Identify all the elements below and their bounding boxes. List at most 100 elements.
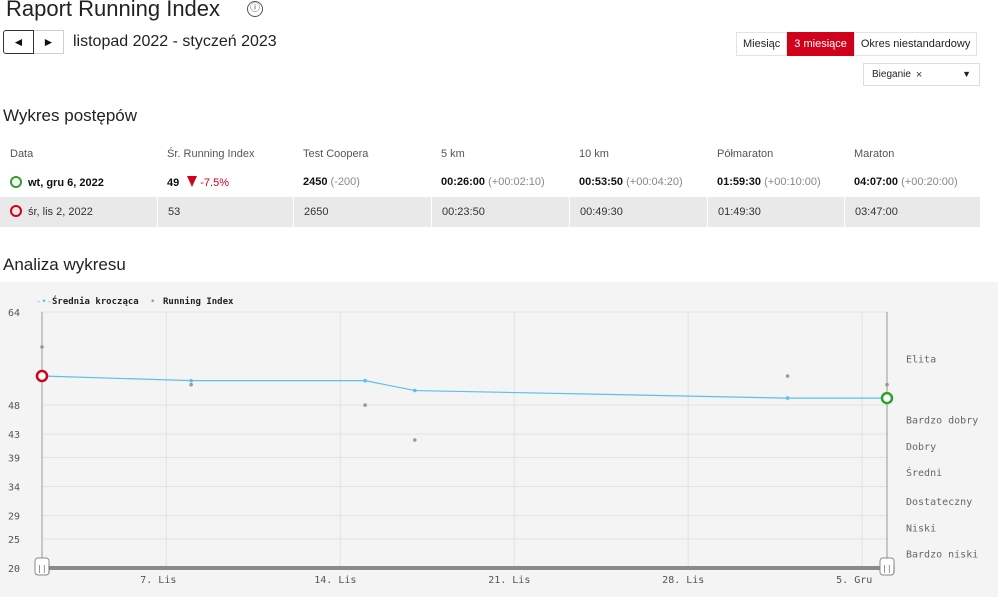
running-index-point — [885, 382, 889, 387]
x-tick-label: 5. Gru — [836, 575, 872, 586]
progress-table: Data Śr. Running Index Test Coopera 5 km… — [0, 140, 980, 227]
remove-chip-icon[interactable]: × — [916, 69, 922, 81]
moving-average-point — [412, 388, 417, 393]
page-title: Raport Running Index — [6, 0, 221, 21]
marathon-cell: 03:47:00 — [844, 197, 980, 227]
legend-running-index-marker: • — [150, 297, 155, 307]
running-index-chart: 7. Lis 14. Lis 21. Lis 28. Lis 5. Gru 20 25 29 3… — [0, 282, 998, 597]
next-period-button[interactable]: ► — [34, 30, 64, 54]
legend-moving-average-label: Średnia krocząca — [52, 295, 139, 307]
running-index-point — [412, 438, 417, 442]
down-triangle-icon — [187, 175, 198, 187]
sport-chip: Bieganie — [872, 69, 911, 80]
progress-section-title: Wykres postępów — [3, 106, 138, 125]
end-marker — [880, 391, 894, 405]
analysis-section-title: Analiza wykresu — [3, 255, 126, 274]
date-cell: śr, lis 2, 2022 — [0, 197, 157, 227]
level-label: Niski — [906, 523, 936, 534]
y-tick-label: 64 — [8, 308, 20, 319]
5km-delta: (+00:02:10) — [488, 176, 545, 188]
cooper-value: 2450 — [303, 176, 328, 188]
10km-value: 00:53:50 — [579, 176, 624, 188]
column-header: Maraton — [854, 147, 895, 160]
running-index-point — [363, 403, 367, 407]
5km-value: 00:26:00 — [441, 176, 486, 188]
x-tick-label: 14. Lis — [314, 575, 356, 586]
x-tick-label: 7. Lis — [140, 575, 176, 586]
half-marathon-value: 01:59:30 — [717, 176, 762, 188]
half-marathon-cell: 01:49:30 — [707, 197, 844, 227]
handle-grip-icon: ||| — [37, 564, 51, 573]
legend-moving-average-marker: -•- — [36, 297, 52, 307]
y-tick-label: 43 — [8, 430, 20, 441]
level-label: Elita — [906, 355, 936, 366]
half-marathon-cell: 01:59:30 (+00:10:00) — [707, 176, 844, 188]
tab-month[interactable]: Miesiąc — [736, 32, 788, 56]
10km-cell: 00:49:30 — [569, 197, 707, 227]
y-tick-label: 48 — [8, 401, 20, 412]
marathon-cell: 04:07:00 (+00:20:00) — [844, 176, 980, 188]
y-tick-label: 29 — [8, 512, 20, 523]
running-index-point — [785, 374, 790, 378]
dropdown-caret-icon[interactable]: ▼ — [962, 69, 971, 79]
ri-cell: 49 -7.5% — [157, 175, 293, 189]
y-tick-label: 34 — [8, 483, 20, 494]
running-index-point — [40, 345, 44, 349]
cooper-cell: 2450 (-200) — [293, 176, 431, 188]
previous-period-button[interactable]: ◄ — [3, 30, 34, 54]
column-header: 5 km — [441, 147, 465, 160]
half-marathon-delta: (+00:10:00) — [764, 176, 821, 188]
level-label: Dobry — [906, 442, 936, 453]
ri-cell: 53 — [157, 197, 293, 227]
level-label: Bardzo dobry — [906, 416, 978, 427]
cooper-delta: (-200) — [330, 176, 360, 188]
5km-cell: 00:23:50 — [431, 197, 569, 227]
arrow-right-icon: ► — [42, 35, 55, 49]
10km-cell: 00:53:50 (+00:04:20) — [569, 176, 707, 188]
level-label: Dostateczny — [906, 497, 972, 508]
ri-delta: -7.5% — [200, 176, 229, 189]
moving-average-line — [41, 375, 887, 399]
column-header: Data — [10, 147, 34, 160]
running-index-point — [189, 382, 193, 387]
column-header: Test Coopera — [303, 147, 369, 160]
column-header: 10 km — [579, 147, 609, 160]
marathon-value: 04:07:00 — [854, 176, 899, 188]
x-tick-label: 28. Lis — [662, 575, 704, 586]
red-circle-icon — [10, 205, 22, 217]
x-tick-label: 21. Lis — [488, 575, 530, 586]
tab-custom-range[interactable]: Okres niestandardowy — [853, 32, 978, 56]
date-text: śr, lis 2, 2022 — [28, 206, 93, 218]
moving-average-point — [363, 378, 367, 383]
cooper-cell: 2650 — [293, 197, 431, 227]
arrow-left-icon: ◄ — [12, 35, 25, 49]
y-tick-label: 20 — [8, 564, 20, 575]
moving-average-point — [189, 378, 193, 383]
info-icon[interactable]: ⓘ — [247, 1, 263, 17]
column-header: Śr. Running Index — [167, 147, 255, 160]
period-navigation: ◄ ► — [3, 30, 64, 55]
10km-delta: (+00:04:20) — [626, 176, 683, 188]
level-label: Bardzo niski — [906, 549, 978, 560]
date-cell: wt, gru 6, 2022 — [0, 175, 157, 189]
table-row[interactable]: śr, lis 2, 2022 53 2650 00:23:50 00:49:3… — [0, 197, 980, 227]
moving-average-point — [785, 396, 790, 400]
table-row[interactable]: wt, gru 6, 2022 49 -7.5% 2450 (-200) 00:2… — [0, 167, 980, 197]
period-label: listopad 2022 - styczeń 2023 — [73, 33, 277, 50]
chart-svg: 7. Lis 14. Lis 21. Lis 28. Lis 5. Gru 20 25 29 3… — [8, 295, 978, 586]
table-header-row: Data Śr. Running Index Test Coopera 5 km… — [0, 140, 980, 167]
5km-cell: 00:26:00 (+00:02:10) — [431, 176, 569, 188]
start-marker — [35, 369, 49, 383]
y-tick-label: 25 — [8, 535, 20, 546]
sport-filter-select[interactable]: Bieganie × ▼ — [863, 63, 980, 86]
handle-grip-icon: ||| — [882, 564, 896, 573]
date-text: wt, gru 6, 2022 — [28, 176, 104, 189]
y-tick-label: 39 — [8, 453, 20, 464]
range-selector: Miesiąc 3 miesiące Okres niestandardowy — [736, 32, 978, 56]
tab-3-months[interactable]: 3 miesiące — [787, 32, 854, 56]
legend-running-index-label: Running Index — [163, 296, 234, 307]
column-header: Półmaraton — [717, 147, 774, 160]
green-circle-icon — [10, 175, 22, 188]
ri-value: 49 — [167, 176, 180, 189]
level-label: Średni — [906, 466, 942, 479]
